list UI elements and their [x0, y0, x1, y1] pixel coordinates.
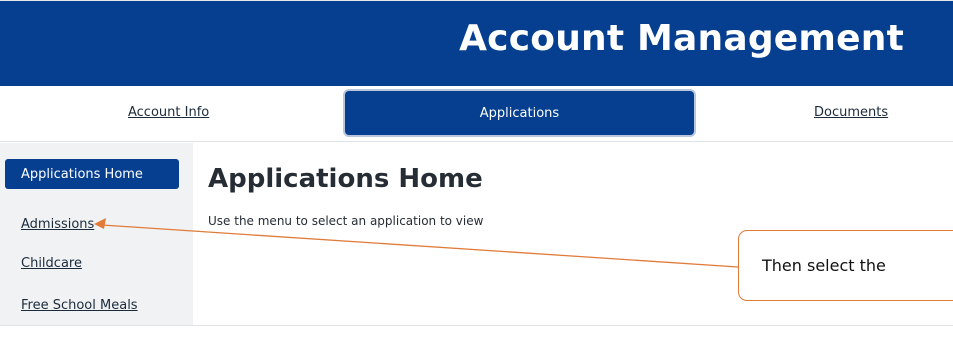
tab-account-info[interactable]: Account Info: [128, 105, 209, 120]
sidebar-item-free-school-meals[interactable]: Free School Meals: [21, 298, 138, 313]
sidebar-item-applications-home[interactable]: Applications Home: [5, 159, 179, 189]
sidebar-nav: Applications Home Admissions Childcare F…: [0, 143, 193, 325]
page-header: Account Management: [0, 0, 953, 86]
tab-applications[interactable]: Applications: [345, 91, 694, 135]
page-title: Applications Home: [208, 164, 483, 194]
annotation-callout: Then select the: [738, 230, 953, 301]
tab-bar: Account Info Applications Documents: [0, 86, 953, 142]
page-subtitle: Use the menu to select an application to…: [208, 214, 484, 228]
sidebar-item-childcare[interactable]: Childcare: [21, 256, 82, 271]
callout-text: Then select the: [762, 256, 886, 275]
content-divider: [0, 325, 953, 326]
header-title: Account Management: [459, 18, 904, 59]
sidebar-item-admissions[interactable]: Admissions: [21, 217, 94, 232]
tab-documents[interactable]: Documents: [814, 105, 888, 120]
